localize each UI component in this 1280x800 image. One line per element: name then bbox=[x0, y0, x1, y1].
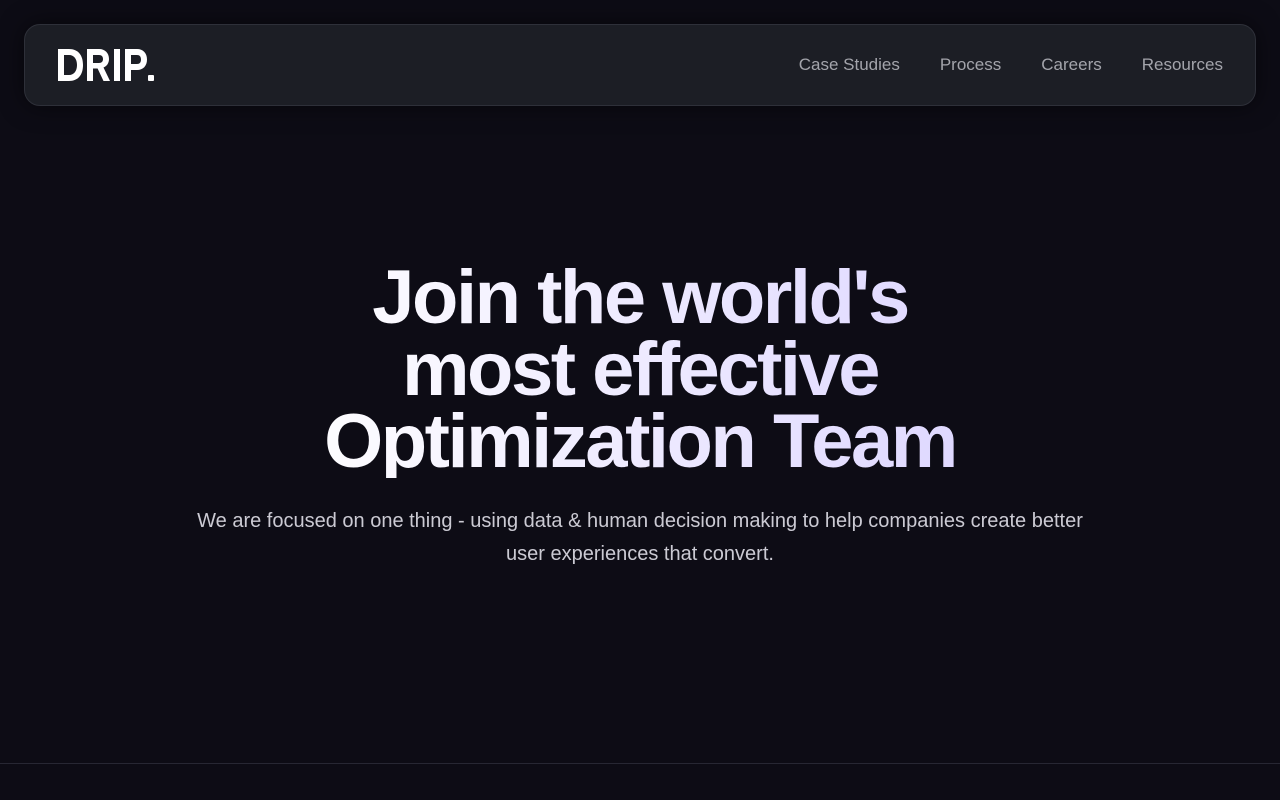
nav-link-resources[interactable]: Resources bbox=[1142, 55, 1223, 75]
drip-logo[interactable] bbox=[58, 49, 154, 81]
nav-link-process[interactable]: Process bbox=[940, 55, 1001, 75]
hero-title-line-3: Optimization Team bbox=[324, 399, 956, 484]
drip-logo-icon bbox=[58, 49, 154, 81]
section-divider bbox=[0, 763, 1280, 764]
hero-title: Join the world's most effective Optimiza… bbox=[280, 262, 1000, 478]
nav-link-careers[interactable]: Careers bbox=[1041, 55, 1101, 75]
top-navbar: Case Studies Process Careers Resources bbox=[24, 24, 1256, 106]
main-nav: Case Studies Process Careers Resources bbox=[799, 55, 1223, 75]
hero-subtitle: We are focused on one thing - using data… bbox=[197, 510, 1083, 565]
nav-link-case-studies[interactable]: Case Studies bbox=[799, 55, 900, 75]
hero-section: Join the world's most effective Optimiza… bbox=[0, 262, 1280, 571]
